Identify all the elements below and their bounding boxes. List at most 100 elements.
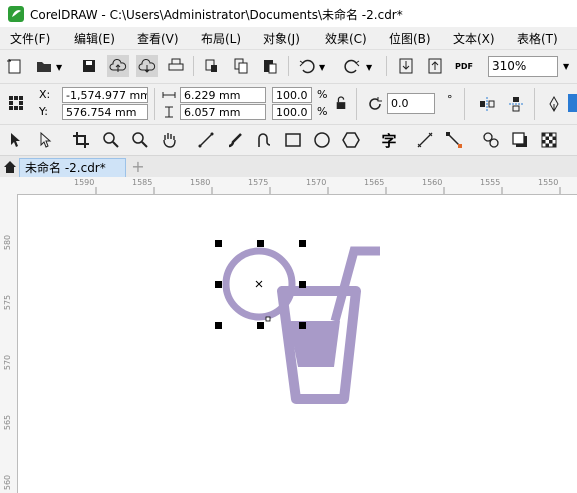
horizontal-ruler[interactable]: 1590 1585 1580 1575 1570 1565 1560 1555 …	[0, 177, 577, 195]
zoom-level-field[interactable]: 310%	[488, 56, 558, 77]
crop-tool-icon[interactable]	[70, 129, 92, 151]
menu-edit[interactable]: 编辑(E)	[74, 30, 115, 47]
toolbar-separator	[534, 88, 535, 120]
title-bar: CorelDRAW - C:\Users\Administrator\Docum…	[0, 0, 577, 27]
toolbar-separator	[193, 56, 194, 76]
open-folder-icon[interactable]	[33, 55, 55, 77]
blend-tool-icon[interactable]	[480, 129, 502, 151]
rotation-field[interactable]: 0.0	[387, 93, 435, 114]
scale-x-field[interactable]: 100.0	[272, 87, 312, 103]
redo-dropdown-icon[interactable]: ▼	[366, 63, 372, 72]
cup-drink-fill	[289, 321, 340, 367]
drop-shadow-icon[interactable]	[509, 129, 531, 151]
node-marker[interactable]	[265, 316, 271, 322]
rotate-icon	[364, 93, 386, 115]
copy-icon[interactable]	[230, 55, 252, 77]
y-position-field[interactable]: 576.754 mm	[62, 104, 148, 120]
zoom-out-icon[interactable]	[129, 129, 151, 151]
outline-color-swatch[interactable]	[568, 94, 577, 112]
ruler-v-label: 580	[3, 234, 13, 251]
ruler-v-label: 565	[3, 414, 13, 431]
pick-tool-icon[interactable]	[4, 129, 26, 151]
menu-bitmaps[interactable]: 位图(B)	[389, 30, 431, 47]
import-icon[interactable]	[395, 55, 417, 77]
menu-table[interactable]: 表格(T)	[517, 30, 558, 47]
add-tab-button[interactable]: +	[128, 157, 148, 177]
cloud-download-icon[interactable]	[136, 55, 158, 77]
zoom-tool-icon[interactable]	[100, 129, 122, 151]
property-bar: X: -1,574.977 mm Y: 576.754 mm 6.229 mm …	[0, 83, 577, 124]
freehand-tool-icon[interactable]	[195, 129, 217, 151]
scale-x-percent: %	[317, 88, 328, 101]
ruler-h-label: 1550	[538, 178, 559, 187]
scale-y-field[interactable]: 100.0	[272, 104, 312, 120]
height-icon	[162, 106, 176, 118]
cut-icon[interactable]	[201, 55, 223, 77]
toolbar-separator	[386, 56, 387, 76]
ruler-v-label: 575	[3, 294, 13, 311]
tab-document[interactable]: 未命名 -2.cdr*	[19, 158, 126, 178]
redo-icon[interactable]	[341, 55, 363, 77]
menu-view[interactable]: 查看(V)	[137, 30, 179, 47]
toolbox: 字	[0, 124, 577, 156]
scale-y-percent: %	[317, 105, 328, 118]
undo-dropdown-icon[interactable]: ▼	[319, 63, 325, 72]
toolbar-separator	[288, 56, 289, 76]
menu-effects[interactable]: 效果(C)	[325, 30, 367, 47]
vertical-ruler[interactable]: 580 575 570 565 560	[0, 194, 18, 493]
coreldraw-logo-icon	[8, 6, 24, 22]
transparency-tool-icon[interactable]	[538, 129, 560, 151]
open-dropdown-icon[interactable]: ▼	[56, 63, 62, 72]
shape-tool-icon[interactable]	[34, 129, 56, 151]
mirror-vertical-icon[interactable]	[505, 93, 527, 115]
parallel-dimension-icon[interactable]	[414, 129, 436, 151]
rectangle-tool-icon[interactable]	[282, 129, 304, 151]
width-field[interactable]: 6.229 mm	[180, 87, 266, 103]
menu-text[interactable]: 文本(X)	[453, 30, 495, 47]
ruler-h-label: 1585	[132, 178, 153, 187]
ruler-v-label: 570	[3, 354, 13, 371]
x-position-field[interactable]: -1,574.977 mm	[62, 87, 148, 103]
ruler-h-label: 1555	[480, 178, 501, 187]
drink-cup-drawing	[215, 240, 380, 404]
degree-symbol: °	[447, 93, 453, 106]
pan-tool-icon[interactable]	[158, 129, 180, 151]
ruler-h-label: 1575	[248, 178, 269, 187]
pdf-label: PDF	[455, 61, 473, 71]
bezier-curve-icon[interactable]	[253, 129, 275, 151]
paste-icon[interactable]	[259, 55, 281, 77]
drawing-canvas[interactable]	[18, 195, 577, 493]
center-marker-icon	[255, 280, 263, 288]
artistic-media-icon[interactable]	[224, 129, 246, 151]
lock-ratio-icon[interactable]	[333, 94, 349, 112]
object-origin-icon[interactable]	[5, 92, 27, 114]
menu-object[interactable]: 对象(J)	[263, 30, 300, 47]
pen-nib-icon[interactable]	[543, 93, 565, 115]
mirror-horizontal-icon[interactable]	[476, 93, 498, 115]
menu-layout[interactable]: 布局(L)	[201, 30, 241, 47]
toolbar-separator	[154, 88, 155, 120]
ruler-v-label: 560	[3, 474, 13, 491]
cloud-upload-icon[interactable]	[107, 55, 129, 77]
undo-icon[interactable]	[296, 55, 318, 77]
home-icon[interactable]	[2, 159, 18, 175]
ellipse-tool-icon[interactable]	[311, 129, 333, 151]
ruler-h-label: 1560	[422, 178, 443, 187]
zoom-dropdown-icon[interactable]: ▼	[563, 62, 569, 71]
standard-toolbar: ▼ ▼ ▼ PDF 310% ▼	[0, 49, 577, 83]
toolbar-separator	[464, 88, 465, 120]
ruler-h-label: 1570	[306, 178, 327, 187]
new-document-icon[interactable]	[4, 55, 26, 77]
y-label: Y:	[39, 105, 48, 118]
connector-tool-icon[interactable]	[443, 129, 465, 151]
ruler-h-label: 1590	[74, 178, 95, 187]
export-icon[interactable]	[424, 55, 446, 77]
text-tool-icon[interactable]: 字	[378, 129, 400, 151]
publish-pdf-icon[interactable]: PDF	[453, 55, 475, 77]
polygon-tool-icon[interactable]	[340, 129, 362, 151]
menu-file[interactable]: 文件(F)	[10, 30, 50, 47]
document-tab-bar: 未命名 -2.cdr* +	[0, 155, 577, 178]
print-icon[interactable]	[165, 55, 187, 77]
save-icon[interactable]	[78, 55, 100, 77]
height-field[interactable]: 6.057 mm	[180, 104, 266, 120]
